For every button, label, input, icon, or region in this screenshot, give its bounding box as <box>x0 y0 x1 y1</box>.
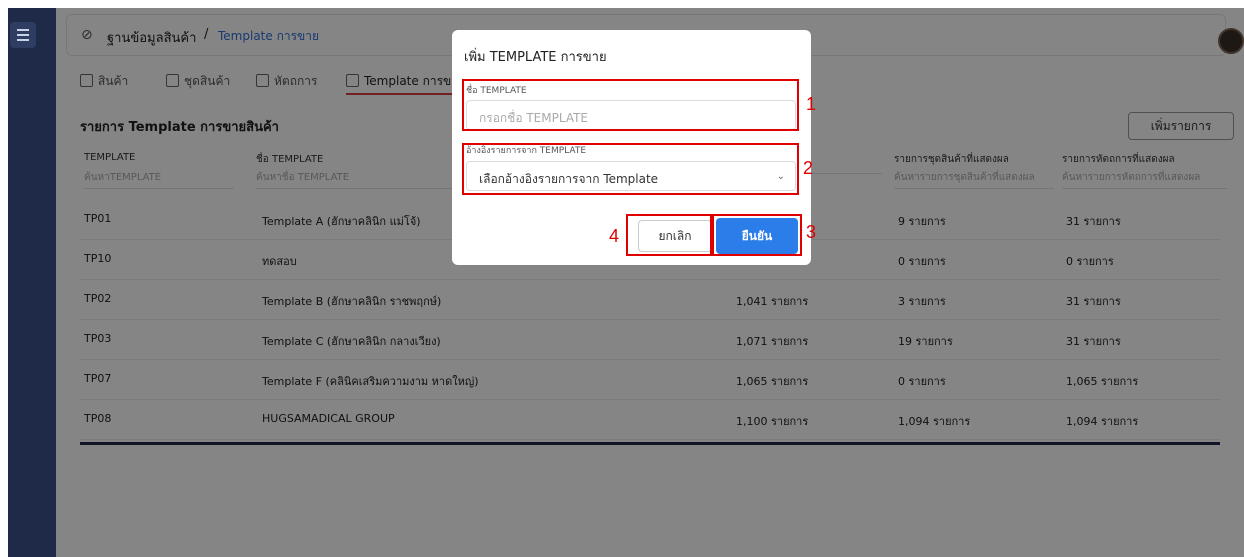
highlight-box-2 <box>462 143 799 195</box>
dialog-title: เพิ่ม TEMPLATE การขาย <box>464 50 607 65</box>
annotation-number: 3 <box>806 222 817 242</box>
annotation-number: 4 <box>609 226 620 246</box>
highlight-box-3 <box>712 214 802 256</box>
annotation-number: 1 <box>806 94 817 114</box>
highlight-box-1 <box>462 79 799 131</box>
sidebar <box>8 8 56 557</box>
app-root: ⊘ ฐานข้อมูลสินค้า / Template การขาย สินค… <box>0 0 1244 557</box>
hamburger-menu-icon[interactable] <box>10 22 36 48</box>
annotation-number: 2 <box>803 158 814 178</box>
highlight-box-4 <box>626 214 712 256</box>
